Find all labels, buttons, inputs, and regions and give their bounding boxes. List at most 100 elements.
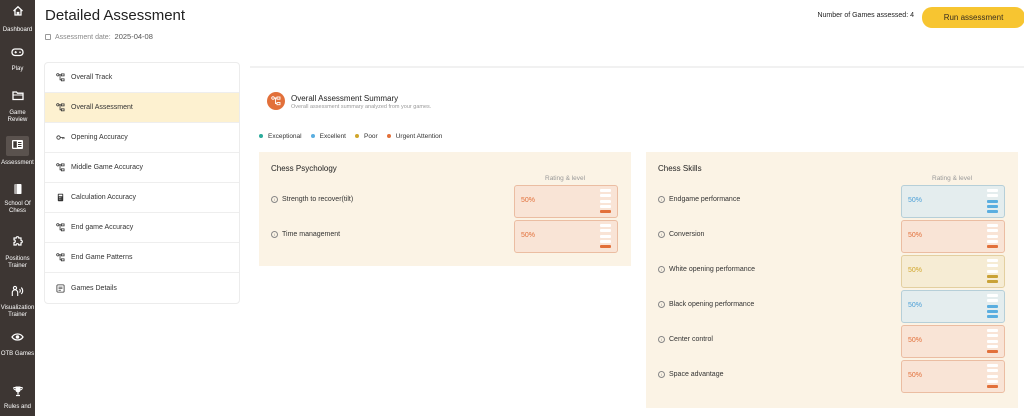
folder-icon bbox=[0, 90, 35, 108]
rating-box: 50% bbox=[901, 325, 1005, 358]
rating-percent: 50% bbox=[908, 197, 923, 204]
sidebar-item-rules-and[interactable]: Rules and bbox=[0, 385, 35, 411]
assessment-nav: Overall Track Overall Assessment Opening A… bbox=[44, 62, 240, 304]
sidebar-item-school-of-chess[interactable]: School Of Chess bbox=[0, 183, 35, 215]
nav-item-calculation-accuracy[interactable]: Calculation Accuracy bbox=[45, 183, 239, 213]
rating-row-label: i Conversion bbox=[658, 231, 704, 238]
rating-percent: 50% bbox=[908, 372, 923, 379]
rating-box: 50% bbox=[901, 185, 1005, 218]
level-bars bbox=[600, 224, 611, 250]
sidebar-item-play[interactable]: Play bbox=[0, 47, 35, 73]
level-bar bbox=[987, 334, 998, 338]
level-bars bbox=[987, 259, 998, 285]
legend-item-poor: Poor bbox=[354, 132, 378, 140]
sidebar-item-dashboard[interactable]: Dashboard bbox=[0, 5, 35, 34]
sidebar-item-visualization-trainer[interactable]: Visualization Trainer bbox=[0, 285, 35, 319]
sidebar-item-assessment[interactable]: Assessment bbox=[0, 136, 35, 167]
legend-dot bbox=[386, 134, 391, 138]
level-bar bbox=[987, 224, 998, 227]
level-bar bbox=[987, 234, 998, 238]
rating-box: 50% bbox=[901, 360, 1005, 393]
games-assessed-label: Number of Games assessed: bbox=[817, 12, 909, 19]
level-bar bbox=[987, 309, 998, 313]
info-icon[interactable]: i bbox=[658, 336, 665, 343]
level-bar bbox=[987, 329, 998, 332]
rating-row-white-opening-performance: i White opening performance 50% bbox=[646, 255, 1018, 288]
rating-row-black-opening-performance: i Black opening performance 50% bbox=[646, 290, 1018, 323]
level-bar bbox=[987, 194, 998, 198]
calendar-icon bbox=[45, 34, 51, 40]
summary-title: Overall Assessment Summary bbox=[291, 94, 399, 103]
legend-item-excellent: Excellent bbox=[310, 132, 346, 140]
rating-percent: 50% bbox=[908, 232, 923, 239]
legend-label: Excellent bbox=[319, 132, 346, 140]
nav-item-overall-assessment[interactable]: Overall Assessment bbox=[45, 93, 239, 123]
rating-percent: 50% bbox=[521, 197, 536, 204]
legend-dot bbox=[259, 134, 263, 138]
skills-rating-label: Rating & level bbox=[932, 175, 973, 182]
info-icon[interactable]: i bbox=[271, 196, 278, 203]
sidebar-item-label: Rules and bbox=[3, 404, 32, 410]
nav-item-end-game-patterns[interactable]: End Game Patterns bbox=[45, 243, 239, 273]
level-bar bbox=[987, 374, 998, 378]
rating-row-strength-to-recover-tilt: i Strength to recover(tilt) 50% bbox=[259, 185, 631, 218]
rating-box: 50% bbox=[514, 185, 618, 218]
level-bars bbox=[600, 189, 611, 215]
level-bar bbox=[987, 204, 998, 208]
info-icon[interactable]: i bbox=[658, 231, 665, 238]
flow-icon bbox=[56, 73, 65, 82]
level-bars bbox=[987, 364, 998, 390]
level-bar bbox=[600, 224, 611, 227]
sidebar-item-label: Visualization Trainer bbox=[0, 305, 35, 318]
info-icon[interactable]: i bbox=[658, 196, 665, 203]
nav-item-games-details[interactable]: Games Details bbox=[45, 273, 239, 303]
nav-item-label: Middle Game Accuracy bbox=[71, 164, 143, 171]
rating-row-label: i Endgame performance bbox=[658, 196, 740, 203]
summary-flow-icon bbox=[267, 92, 285, 110]
nav-item-overall-track[interactable]: Overall Track bbox=[45, 63, 239, 93]
sidebar-item-label: OTB Games bbox=[0, 351, 35, 357]
rating-label-text: Space advantage bbox=[669, 371, 724, 378]
sidebar-item-otb-games[interactable]: OTB Games bbox=[0, 332, 35, 358]
info-icon[interactable]: i bbox=[658, 266, 665, 273]
puzzle-icon bbox=[0, 234, 35, 252]
rating-box: 50% bbox=[901, 255, 1005, 288]
nav-item-middle-game-accuracy[interactable]: Middle Game Accuracy bbox=[45, 153, 239, 183]
assessment-date: Assessment date: 2025-04-08 bbox=[45, 32, 153, 41]
rating-label-text: Strength to recover(tilt) bbox=[282, 196, 354, 203]
rating-row-label: i Time management bbox=[271, 231, 340, 238]
level-bar bbox=[987, 269, 998, 273]
level-bar bbox=[987, 379, 998, 383]
legend-item-urgent-attention: Urgent Attention bbox=[386, 132, 442, 140]
level-bar bbox=[600, 194, 611, 198]
info-icon[interactable]: i bbox=[658, 301, 665, 308]
flow-icon bbox=[56, 253, 65, 262]
nav-item-opening-accuracy[interactable]: Opening Accuracy bbox=[45, 123, 239, 153]
rating-row-label: i White opening performance bbox=[658, 266, 755, 273]
run-assessment-button[interactable]: Run assessment bbox=[922, 7, 1024, 28]
legend-label: Poor bbox=[363, 132, 378, 140]
rating-percent: 50% bbox=[521, 232, 536, 239]
level-bars bbox=[987, 294, 998, 320]
level-bar bbox=[987, 344, 998, 348]
rating-row-endgame-performance: i Endgame performance 50% bbox=[646, 185, 1018, 218]
sidebar-item-positions-trainer[interactable]: Positions Trainer bbox=[0, 234, 35, 270]
level-bar bbox=[987, 210, 998, 214]
info-icon[interactable]: i bbox=[658, 371, 665, 378]
level-bar bbox=[987, 264, 998, 268]
info-icon[interactable]: i bbox=[271, 231, 278, 238]
rating-label-text: Black opening performance bbox=[669, 301, 755, 308]
nav-item-label: Opening Accuracy bbox=[71, 134, 128, 141]
rating-box: 50% bbox=[901, 220, 1005, 253]
level-bar bbox=[987, 199, 998, 203]
app-root: Dashboard Play Game Review Assessment School… bbox=[0, 0, 1024, 416]
rating-label-text: Time management bbox=[282, 231, 341, 238]
nav-item-end-game-accuracy[interactable]: End game Accuracy bbox=[45, 213, 239, 243]
level-bar bbox=[600, 204, 611, 208]
rating-row-conversion: i Conversion 50% bbox=[646, 220, 1018, 253]
rating-row-label: i Black opening performance bbox=[658, 301, 754, 308]
trophy-icon bbox=[0, 385, 35, 403]
level-bars bbox=[987, 189, 998, 215]
sidebar-item-label: Assessment bbox=[1, 160, 34, 166]
sidebar-item-game-review[interactable]: Game Review bbox=[0, 90, 35, 124]
